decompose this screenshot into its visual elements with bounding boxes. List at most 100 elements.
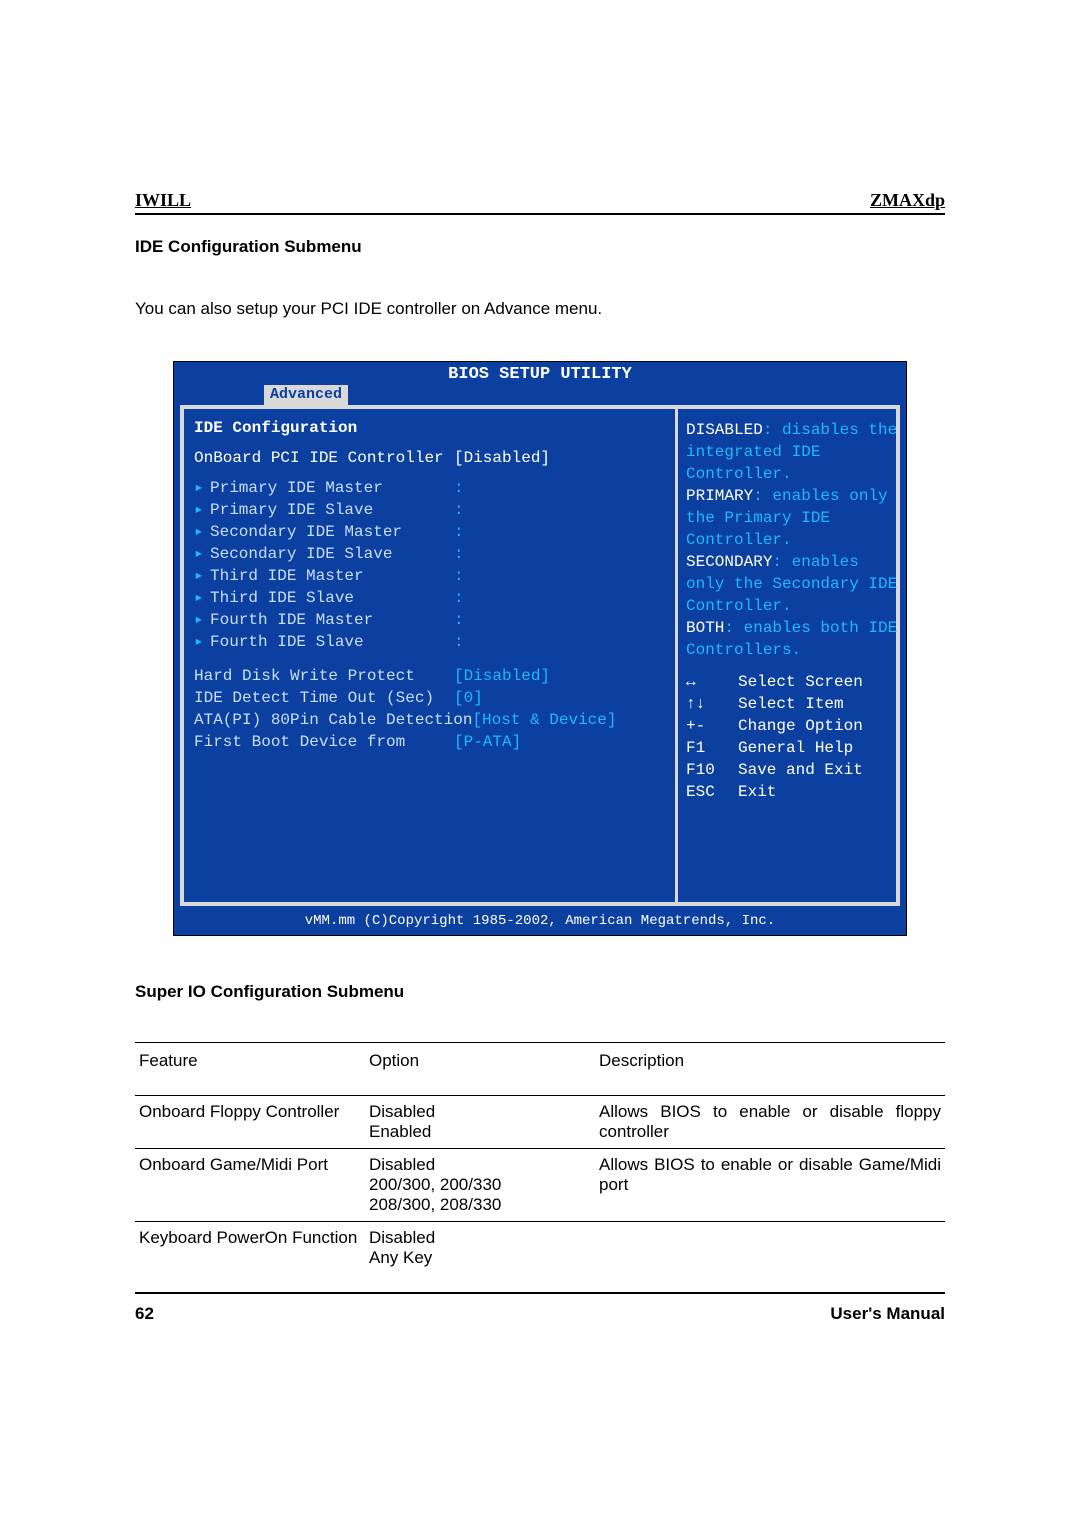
td-feature: Onboard Game/Midi Port [135,1149,365,1222]
bios-sub-value: : [454,609,564,631]
bios-sub-value: : [454,565,564,587]
nav-action: Exit [738,781,776,803]
bios-sub-label: Primary IDE Slave [210,501,373,519]
bios-sub-fourth-master[interactable]: ▸Fourth IDE Master : [194,609,665,631]
section-title-ide: IDE Configuration Submenu [135,237,945,257]
nav-row: ↑↓Select Item [686,693,888,715]
bios-sub-label: Secondary IDE Slave [210,545,392,563]
page-content: IWILL ZMAXdp IDE Configuration Submenu Y… [135,190,945,1324]
nav-action: General Help [738,737,853,759]
help-text: : enables both IDE [724,619,897,637]
footer-manual: User's Manual [830,1304,945,1324]
nav-action: Select Item [738,693,844,715]
help-key: BOTH [686,619,724,637]
bios-sub-value: : [454,631,564,653]
nav-action: Select Screen [738,671,863,693]
bios-sub-primary-slave[interactable]: ▸Primary IDE Slave : [194,499,665,521]
bios-opt-value: [0] [454,687,564,709]
section-title-superio: Super IO Configuration Submenu [135,982,945,1002]
nav-key: F10 [686,759,738,781]
bios-opt-label: IDE Detect Time Out (Sec) [194,687,454,709]
bios-sub-secondary-master[interactable]: ▸Secondary IDE Master : [194,521,665,543]
bios-sub-third-slave[interactable]: ▸Third IDE Slave : [194,587,665,609]
nav-key: F1 [686,737,738,759]
bios-sub-label: Secondary IDE Master [210,523,402,541]
triangle-icon: ▸ [194,521,206,543]
triangle-icon: ▸ [194,499,206,521]
nav-action: Save and Exit [738,759,863,781]
help-text: : enables only [753,487,887,505]
bios-sub-fourth-slave[interactable]: ▸Fourth IDE Slave : [194,631,665,653]
table-row: Onboard Game/Midi Port Disabled 200/300,… [135,1149,945,1222]
bios-opt-onboard-pci-ide[interactable]: OnBoard PCI IDE Controller [Disabled] [194,447,665,469]
th-feature: Feature [135,1043,365,1096]
triangle-icon: ▸ [194,631,206,653]
bios-opt-label: First Boot Device from [194,731,454,753]
bios-sub-label: Third IDE Master [210,567,364,585]
nav-row: +-Change Option [686,715,888,737]
td-feature: Onboard Floppy Controller [135,1096,365,1149]
table-row: Keyboard PowerOn Function Disabled Any K… [135,1222,945,1294]
superio-table: Feature Option Description Onboard Flopp… [135,1042,945,1294]
bios-sub-label: Primary IDE Master [210,479,383,497]
th-option: Option [365,1043,595,1096]
bios-opt-value: [Disabled] [454,447,564,469]
bios-opt-label: OnBoard PCI IDE Controller [194,447,454,469]
triangle-icon: ▸ [194,587,206,609]
bios-sub-label: Fourth IDE Slave [210,633,364,651]
nav-key: +- [686,715,738,737]
td-description: Allows BIOS to enable or disable floppy … [595,1096,945,1149]
help-key: PRIMARY [686,487,753,505]
triangle-icon: ▸ [194,565,206,587]
bios-sub-label: Third IDE Slave [210,589,354,607]
bios-copyright: vMM.mm (C)Copyright 1985-2002, American … [174,910,906,935]
bios-opt-hd-write-protect[interactable]: Hard Disk Write Protect [Disabled] [194,665,665,687]
help-text: : enables [772,553,858,571]
nav-key: ↔ [686,671,738,693]
header-left: IWILL [135,190,191,211]
bios-left-panel: IDE Configuration OnBoard PCI IDE Contro… [184,409,675,902]
nav-key: ESC [686,781,738,803]
bios-panel-title: IDE Configuration [194,419,665,437]
nav-row: F1General Help [686,737,888,759]
nav-action: Change Option [738,715,863,737]
bios-opt-label: ATA(PI) 80Pin Cable Detection [194,709,472,731]
bios-sub-third-master[interactable]: ▸Third IDE Master : [194,565,665,587]
help-text: only the Secondary IDE [686,573,888,595]
bios-tab-advanced[interactable]: Advanced [264,385,348,405]
bios-opt-label: Hard Disk Write Protect [194,665,454,687]
bios-sub-value: : [454,499,564,521]
bios-tabrow: Advanced [174,385,906,405]
table-row: Onboard Floppy Controller Disabled Enabl… [135,1096,945,1149]
bios-sub-label: Fourth IDE Master [210,611,373,629]
bios-title: BIOS SETUP UTILITY [174,362,906,384]
bios-opt-80pin-cable[interactable]: ATA(PI) 80Pin Cable Detection [Host & De… [194,709,665,731]
help-text: the Primary IDE [686,507,888,529]
bios-opt-value: [Host & Device] [472,709,632,731]
bios-sub-secondary-slave[interactable]: ▸Secondary IDE Slave : [194,543,665,565]
td-description [595,1222,945,1294]
bios-sub-primary-master[interactable]: ▸Primary IDE Master : [194,477,665,499]
page-number: 62 [135,1304,154,1324]
bios-opt-ide-timeout[interactable]: IDE Detect Time Out (Sec) [0] [194,687,665,709]
td-description: Allows BIOS to enable or disable Game/Mi… [595,1149,945,1222]
nav-key: ↑↓ [686,693,738,715]
help-text: Controller. [686,463,888,485]
bios-sub-value: : [454,543,564,565]
help-text: Controller. [686,595,888,617]
nav-row: ESCExit [686,781,888,803]
bios-sub-value: : [454,587,564,609]
bios-body: IDE Configuration OnBoard PCI IDE Contro… [180,405,900,906]
help-text: Controllers. [686,639,888,661]
help-text: Controller. [686,529,888,551]
help-text: : disables the [763,421,897,439]
td-feature: Keyboard PowerOn Function [135,1222,365,1294]
bios-sub-value: : [454,521,564,543]
help-key: DISABLED [686,421,763,439]
bios-opt-first-boot[interactable]: First Boot Device from [P-ATA] [194,731,665,753]
bios-sub-value: : [454,477,564,499]
bios-opt-value: [Disabled] [454,665,564,687]
help-key: SECONDARY [686,553,772,571]
help-text: integrated IDE [686,441,888,463]
bios-opt-value: [P-ATA] [454,731,564,753]
